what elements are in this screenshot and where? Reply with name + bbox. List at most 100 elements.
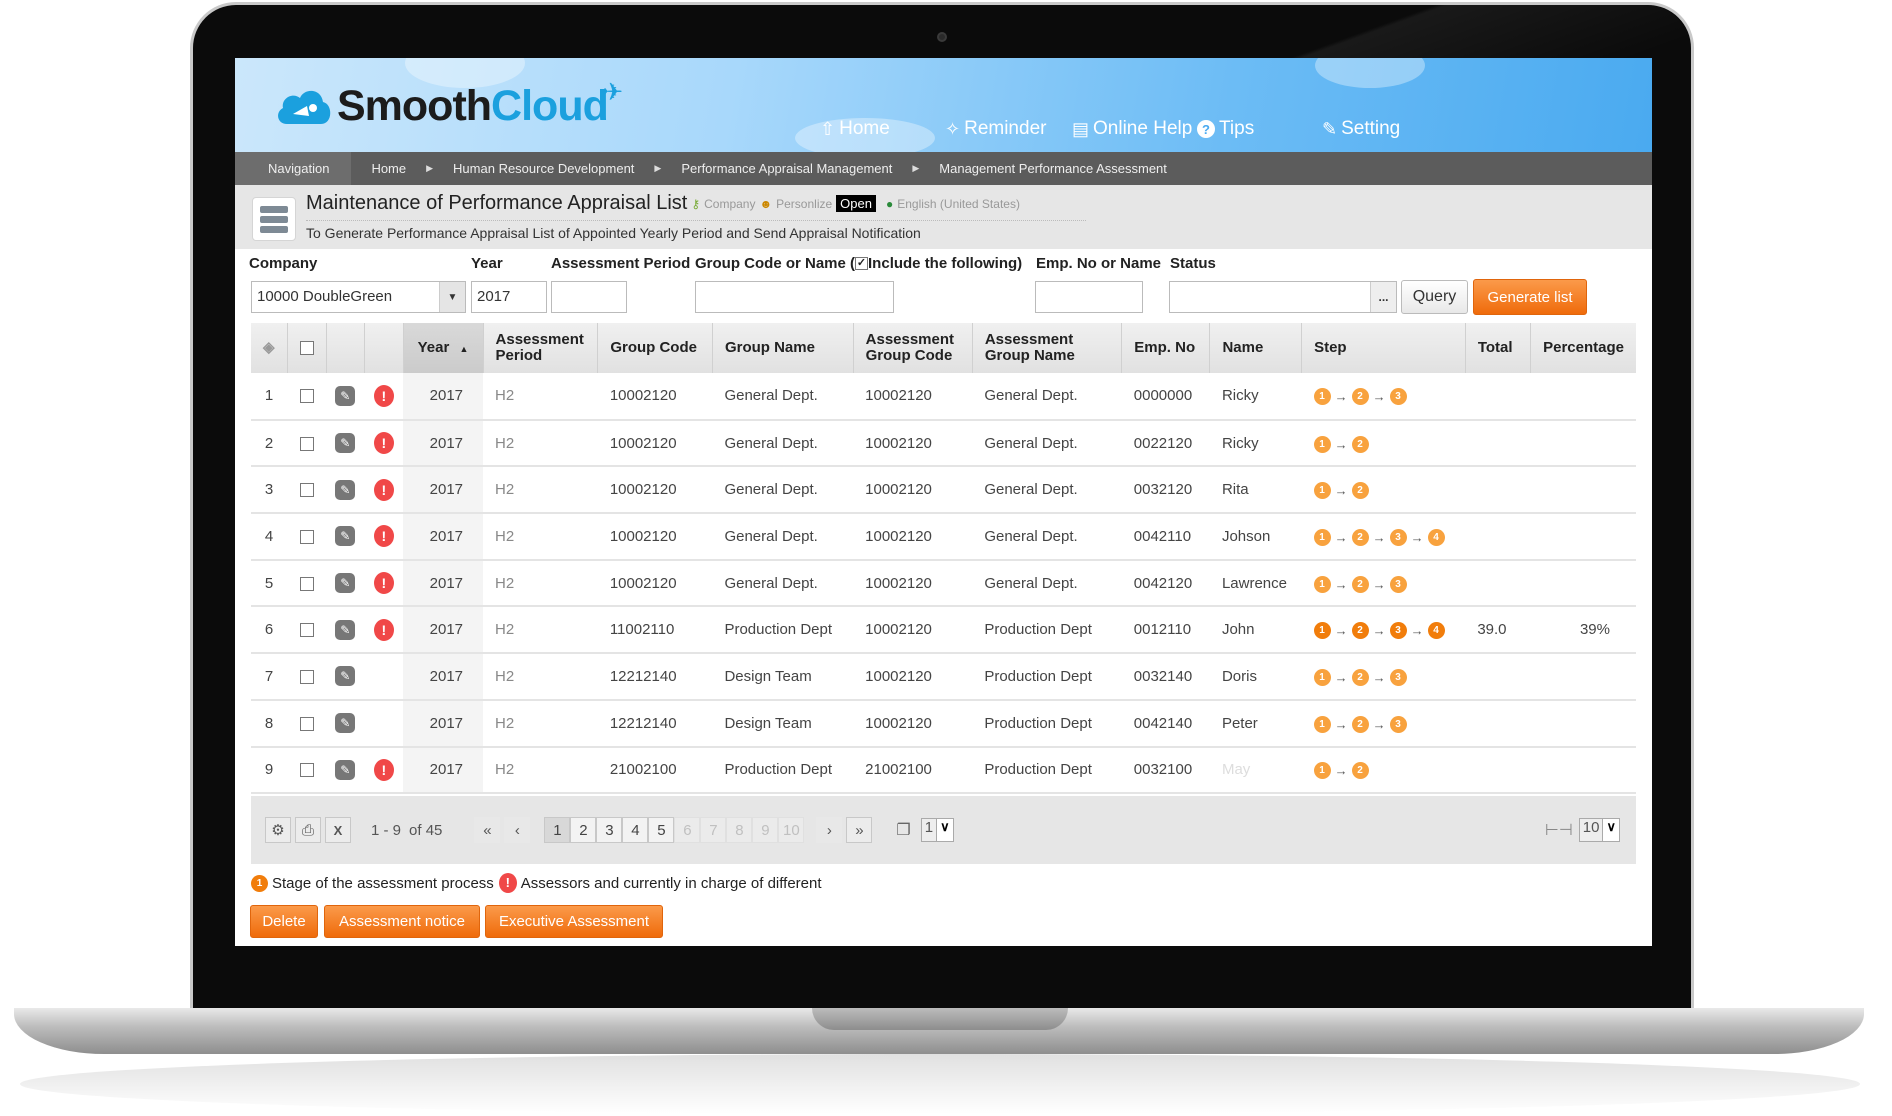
year-input[interactable]: 2017 <box>471 281 547 313</box>
table-row[interactable]: 6 ✎! 2017 H2 11002110 Production Dept 10002120… <box>251 606 1636 655</box>
page-number-button[interactable]: 5 <box>648 817 675 843</box>
row-height-icon: ⊢⊣ <box>1544 822 1573 839</box>
col-name[interactable]: Name <box>1209 323 1303 373</box>
include-checkbox[interactable]: ✓ <box>855 257 869 270</box>
dropdown-arrow-icon[interactable]: ▼ <box>439 282 465 312</box>
generate-list-button[interactable]: Generate list <box>1473 279 1587 315</box>
row-checkbox[interactable] <box>287 606 327 655</box>
table-row[interactable]: 2 ✎! 2017 H2 10002120 General Dept. 10002120 Ge… <box>251 419 1636 468</box>
row-checkbox[interactable] <box>287 653 327 701</box>
edit-button[interactable]: ✎ <box>326 606 365 655</box>
row-checkbox[interactable] <box>287 699 327 748</box>
table-row[interactable]: 3 ✎! 2017 H2 10002120 General Dept. 10002120 Ge… <box>251 466 1636 515</box>
page-numbers: 1 2 3 4 5 6 7 8 9 10 <box>544 817 805 843</box>
print-icon[interactable]: ⎙ <box>295 817 321 843</box>
page-number-button[interactable]: 4 <box>622 817 649 843</box>
period-input[interactable] <box>551 281 627 313</box>
ellipsis-button[interactable]: ... <box>1370 282 1396 312</box>
delete-button[interactable]: Delete <box>250 905 318 938</box>
col-percentage[interactable]: Percentage <box>1530 323 1636 373</box>
company-select[interactable]: 10000 DoubleGreen ▼ <box>251 281 466 313</box>
caret-right-icon: ▶ <box>912 163 920 173</box>
nav-home[interactable]: ⇧ Home <box>820 118 890 140</box>
chevron-down-icon[interactable]: ∨ <box>1602 819 1619 841</box>
arrow-right-icon: → <box>1372 576 1386 592</box>
row-checkbox[interactable] <box>287 466 327 515</box>
nav-tips[interactable]: ? Tips <box>1197 118 1254 140</box>
prev-page-button[interactable]: ‹ <box>504 817 531 843</box>
last-page-button[interactable]: » <box>846 817 873 843</box>
emp-input[interactable] <box>1035 281 1143 313</box>
edit-button[interactable]: ✎ <box>326 419 365 468</box>
table-row[interactable]: 7 ✎ 2017 H2 12212140 Design Team 10002120 Produ… <box>251 653 1636 701</box>
row-checkbox[interactable] <box>287 513 327 561</box>
row-checkbox[interactable] <box>287 746 327 795</box>
page-number-button[interactable]: 1 <box>544 817 571 843</box>
col-assessment-group-name[interactable]: Assessment Group Name <box>972 323 1123 373</box>
col-year[interactable]: Year ▲ <box>403 323 484 373</box>
personalize-link[interactable]: Personlize <box>776 197 832 211</box>
nav-online-help[interactable]: ▤ Online Help <box>1072 118 1192 140</box>
breadcrumb-item[interactable]: Management Performance Assessment <box>929 161 1177 176</box>
col-step[interactable]: Step <box>1301 323 1466 373</box>
chevron-down-icon[interactable]: ∨ <box>936 819 953 841</box>
key-icon: ⚷ <box>691 196 701 211</box>
col-assessment-group-code[interactable]: Assessment Group Code <box>853 323 973 373</box>
table-row[interactable]: 8 ✎ 2017 H2 12212140 Design Team 10002120 Produ… <box>251 699 1636 748</box>
col-total[interactable]: Total <box>1465 323 1532 373</box>
warning-cell: ! <box>364 513 404 561</box>
group-input[interactable] <box>695 281 894 313</box>
cell-assessment-group-code: 21002100 <box>853 746 973 795</box>
page-number-button[interactable]: 3 <box>596 817 623 843</box>
col-emp-no[interactable]: Emp. No <box>1121 323 1211 373</box>
nav-setting[interactable]: ✎ Setting <box>1322 118 1400 140</box>
edit-button[interactable]: ✎ <box>326 699 365 748</box>
page-number-button[interactable]: 2 <box>570 817 597 843</box>
edit-button[interactable]: ✎ <box>326 373 365 421</box>
col-assessment-period[interactable]: Assessment Period <box>483 323 599 373</box>
assessment-notice-button[interactable]: Assessment notice <box>324 905 480 938</box>
language-link[interactable]: English (United States) <box>897 197 1020 211</box>
select-all-checkbox[interactable] <box>287 323 327 373</box>
edit-button[interactable]: ✎ <box>326 653 365 701</box>
next-page-button[interactable]: › <box>816 817 843 843</box>
goto-page-select[interactable]: 1 ∨ <box>920 818 954 842</box>
first-page-button[interactable]: « <box>474 817 501 843</box>
warning-icon: ! <box>373 572 394 595</box>
breadcrumb-item[interactable]: Home <box>361 161 416 176</box>
row-checkbox[interactable] <box>287 419 327 468</box>
page-size-select[interactable]: 10 ∨ <box>1578 818 1620 842</box>
edit-button[interactable]: ✎ <box>326 513 365 561</box>
column-visibility-icon[interactable]: ◈ <box>251 323 288 373</box>
row-checkbox[interactable] <box>287 559 327 608</box>
col-group-code[interactable]: Group Code <box>597 323 713 373</box>
table-row[interactable]: 1 ✎! 2017 H2 10002120 General Dept. 10002120 Ge… <box>251 373 1636 421</box>
copy-icon: ❐ <box>896 822 911 839</box>
breadcrumb-item[interactable]: Performance Appraisal Management <box>671 161 902 176</box>
col-group-name[interactable]: Group Name <box>712 323 854 373</box>
query-button[interactable]: Query <box>1401 280 1468 314</box>
cell-assessment-group-name: General Dept. <box>972 373 1122 421</box>
table-row[interactable]: 9 ✎! 2017 H2 21002100 Production Dept 21002100… <box>251 746 1636 795</box>
logo[interactable]: SmoothCloud <box>273 82 609 131</box>
row-number: 8 <box>251 699 288 748</box>
nav-reminder[interactable]: ✧ Reminder <box>945 118 1046 140</box>
table-row[interactable]: 5 ✎! 2017 H2 10002120 General Dept. 10002120 Ge… <box>251 559 1636 608</box>
edit-button[interactable]: ✎ <box>326 746 365 795</box>
cell-year: 2017 <box>403 419 484 468</box>
executive-assessment-button[interactable]: Executive Assessment <box>485 905 663 938</box>
edit-button[interactable]: ✎ <box>326 559 365 608</box>
excel-export-icon[interactable]: X <box>325 817 351 843</box>
step-1-icon: 1 <box>1313 575 1331 593</box>
open-badge[interactable]: Open <box>836 195 876 212</box>
edit-button[interactable]: ✎ <box>326 466 365 515</box>
warning-cell <box>364 653 404 701</box>
settings-gear-icon[interactable]: ⚙ <box>265 817 291 843</box>
company-link[interactable]: Company <box>704 197 755 211</box>
arrow-right-icon: → <box>1334 529 1348 545</box>
table-row[interactable]: 4 ✎! 2017 H2 10002120 General Dept. 10002120 Ge… <box>251 513 1636 561</box>
breadcrumb-item[interactable]: Human Resource Development <box>443 161 644 176</box>
warning-icon: ! <box>373 758 394 781</box>
row-checkbox[interactable] <box>287 373 327 421</box>
status-input[interactable]: ... <box>1169 281 1397 313</box>
